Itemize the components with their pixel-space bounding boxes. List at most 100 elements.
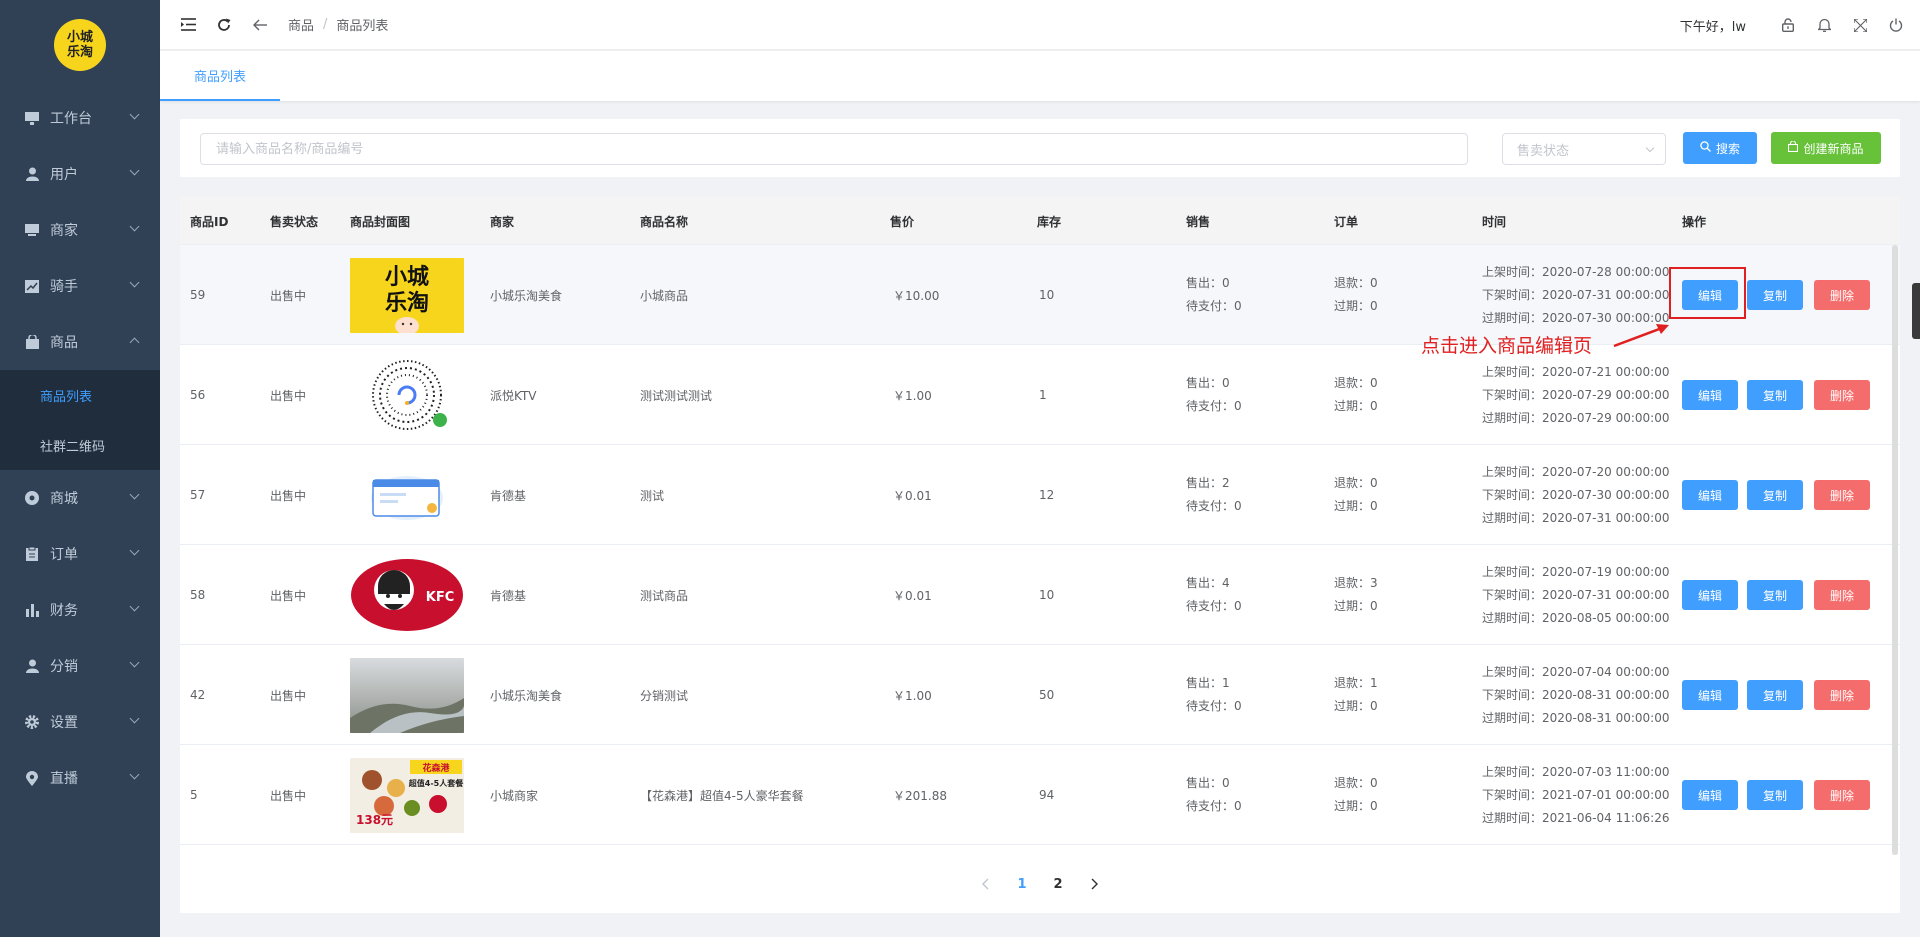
edit-button[interactable]: 编辑 [1682,580,1738,610]
column-header: 销售 [1186,214,1211,229]
app-logo[interactable]: 小城 乐淘 [54,19,106,71]
sidebar-item-goods-list[interactable]: 商品列表 [0,370,160,420]
chevron-down-icon [129,545,140,556]
on-shelf-time: 上架时间：2020-07-04 00:00:00 [1482,664,1670,679]
sales-info: 售出：0 待支付：0 [1186,345,1242,445]
breadcrumb-item-goods[interactable]: 商品 [288,15,314,34]
column-header: 商品ID [190,214,229,229]
edit-button[interactable]: 编辑 [1682,480,1738,510]
delete-button[interactable]: 删除 [1814,780,1870,810]
sidebar-item-community-qrcode[interactable]: 社群二维码 [0,420,160,470]
cover-image[interactable]: 花森港 超值4-5人套餐 138元 [350,745,464,845]
goods-thumbnail [350,357,464,433]
logo-line1: 小城 [66,30,93,45]
cover-image[interactable] [350,345,464,445]
sidebar-item-live[interactable]: 直播 [0,750,160,806]
sidebar-item-settings[interactable]: 设置 [0,694,160,750]
back-arrow-icon[interactable] [252,17,268,33]
annotation-arrow-icon [1613,324,1669,348]
order-info: 退款：0 过期：0 [1334,745,1378,845]
edit-button[interactable]: 编辑 [1682,380,1738,410]
cover-image[interactable] [350,645,464,745]
copy-button[interactable]: 复制 [1747,280,1803,310]
bell-icon[interactable] [1816,17,1832,33]
copy-button[interactable]: 复制 [1747,580,1803,610]
sidebar-item-mall[interactable]: 商城 [0,470,160,526]
expire-time: 过期时间：2020-08-05 00:00:00 [1482,610,1670,625]
sidebar-item-finance[interactable]: 财务 [0,582,160,638]
fullscreen-icon[interactable] [1852,17,1868,33]
table-scrollbar[interactable] [1892,245,1898,855]
sidebar-item-label: 骑手 [50,279,78,295]
goods-table: 商品ID 售卖状态 商品封面图 商家 商品名称 售价 库存 销售 订单 时间 操… [180,197,1900,913]
expired-line: 过期：0 [1334,499,1378,513]
thumb-promo-mid: 超值4-5人套餐 [408,778,464,788]
sold-line: 售出：0 [1186,376,1230,390]
sidebar-item-label: 订单 [50,547,78,563]
copy-button[interactable]: 复制 [1747,380,1803,410]
time-info: 上架时间：2020-07-21 00:00:00 下架时间：2020-07-29… [1482,345,1669,445]
page-1[interactable]: 1 [1008,870,1036,898]
copy-button[interactable]: 复制 [1747,680,1803,710]
unpaid-line: 待支付：0 [1186,599,1242,613]
sidebar-item-label: 商城 [50,491,78,507]
refund-line: 退款：0 [1334,376,1378,390]
sidebar-item-riders[interactable]: 骑手 [0,258,160,314]
column-header: 商品封面图 [350,214,411,229]
off-shelf-time: 下架时间：2020-07-31 00:00:00 [1482,287,1670,302]
prev-page-icon[interactable] [972,870,1000,898]
edit-button[interactable]: 编辑 [1682,780,1738,810]
create-goods-button[interactable]: 创建新商品 [1771,132,1881,164]
copy-button[interactable]: 复制 [1747,480,1803,510]
next-page-icon[interactable] [1080,870,1108,898]
delete-button[interactable]: 删除 [1814,480,1870,510]
delete-button[interactable]: 删除 [1814,580,1870,610]
menu-fold-icon[interactable] [180,17,196,33]
delete-button[interactable]: 删除 [1814,380,1870,410]
page-2[interactable]: 2 [1044,870,1072,898]
unpaid-line: 待支付：0 [1186,699,1242,713]
cover-image[interactable]: 小城 乐淘 [350,245,464,345]
search-input[interactable] [200,133,1468,165]
price: ￥0.01 [893,588,932,603]
cover-image[interactable]: KFC [350,545,464,645]
unpaid-line: 待支付：0 [1186,299,1242,313]
on-shelf-time: 上架时间：2020-07-21 00:00:00 [1482,364,1670,379]
sidebar-item-users[interactable]: 用户 [0,146,160,202]
expired-line: 过期：0 [1334,699,1378,713]
refresh-icon[interactable] [216,17,232,33]
off-shelf-time: 下架时间：2020-07-31 00:00:00 [1482,587,1670,602]
refund-line: 退款：0 [1334,776,1378,790]
thumb-promo-top: 花森港 [422,762,450,774]
user-greeting[interactable]: 下午好，lw [1680,16,1746,35]
chevron-down-icon [129,713,140,724]
table-row: 5 出售中 花森港 超值4-5人套餐 138元 小城商家 【花森港】超值4-5人… [180,745,1900,845]
delete-button[interactable]: 删除 [1814,280,1870,310]
sidebar-item-distribution[interactable]: 分销 [0,638,160,694]
sales-info: 售出：0 待支付：0 [1186,245,1242,345]
sale-status-select[interactable]: 售卖状态 [1502,133,1666,165]
on-shelf-time: 上架时间：2020-07-19 00:00:00 [1482,564,1670,579]
cover-image[interactable] [350,445,464,545]
on-shelf-time: 上架时间：2020-07-20 00:00:00 [1482,464,1670,479]
side-drawer-handle[interactable] [1912,283,1920,339]
scrollbar-thumb[interactable] [1892,245,1898,855]
lock-icon[interactable] [1780,17,1796,33]
copy-button[interactable]: 复制 [1747,780,1803,810]
sidebar-item-merchants[interactable]: 商家 [0,202,160,258]
table-row: 58 出售中 KFC 肯德基 测试商品 ￥0.01 10 售出：4 待支付：0 … [180,545,1900,645]
power-icon[interactable] [1888,17,1904,33]
sidebar-item-orders[interactable]: 订单 [0,526,160,582]
chevron-down-icon [129,109,140,120]
edit-button[interactable]: 编辑 [1682,680,1738,710]
search-button[interactable]: 搜索 [1683,132,1757,164]
pagination: 1 2 [180,855,1900,913]
tab-goods-list[interactable]: 商品列表 [160,51,280,101]
sidebar-item-workbench[interactable]: 工作台 [0,90,160,146]
delete-button[interactable]: 删除 [1814,680,1870,710]
chevron-down-icon [129,221,140,232]
goods-thumbnail: 花森港 超值4-5人套餐 138元 [350,757,464,833]
sidebar-item-goods[interactable]: 商品 [0,314,160,370]
goods-name: 测试测试测试 [640,388,713,403]
chevron-down-icon [129,165,140,176]
